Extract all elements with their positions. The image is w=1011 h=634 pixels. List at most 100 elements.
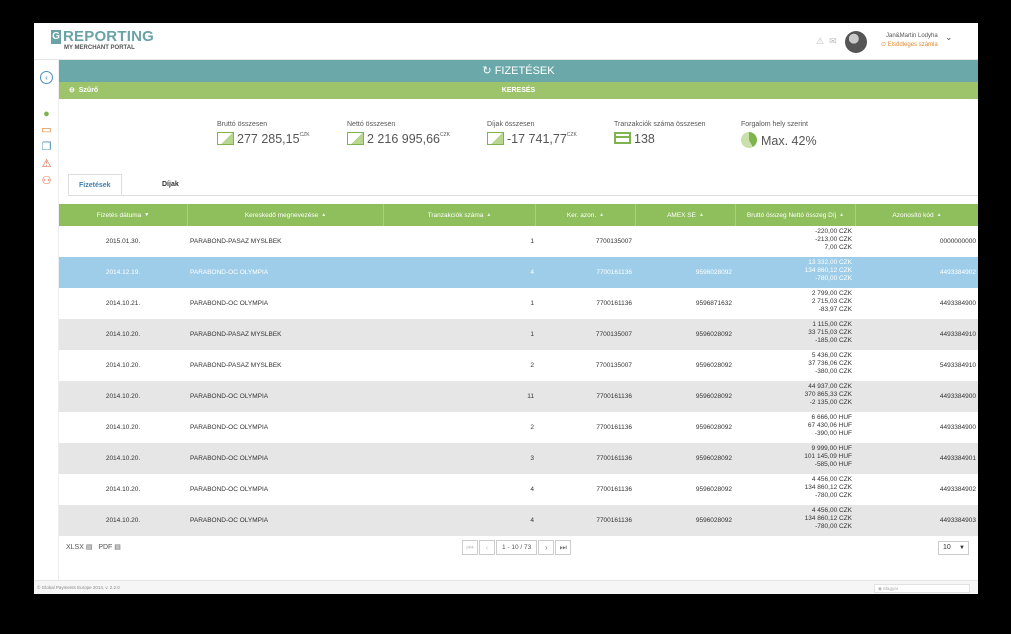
warning-icon[interactable]: ⚠ (40, 158, 53, 171)
first-page-button[interactable]: ⏮ (462, 540, 478, 555)
cell-amounts: 9 999,00 HUF 101 145,09 HUF -585,00 HUF (736, 443, 854, 474)
net-amount: 33 715,03 CZK (808, 329, 852, 336)
sort-icon: ▲ (321, 211, 327, 218)
user-icon[interactable]: ⚇ (40, 175, 53, 188)
export-pdf-button[interactable]: PDF ▤ (98, 544, 121, 551)
col-merchant-name[interactable]: Kereskedő megnevezése ▲ (188, 204, 384, 226)
cell-amounts: 44 937,00 CZK 370 865,33 CZK -2 135,00 CZK (736, 381, 854, 412)
cell-amex-se: 9596028092 (695, 362, 732, 369)
cell-merchant: PARABOND-OC OLYMPIA (190, 424, 269, 431)
cell-id-code: 5493384910 (939, 362, 976, 369)
table-row[interactable]: 2014.10.20. PARABOND-PASAZ MYSLBEK 1 770013… (59, 319, 978, 350)
col-amounts[interactable]: Bruttó összeg Nettó összeg Díj ▲ (736, 204, 856, 226)
cell-count: 1 (530, 238, 534, 245)
sort-icon: ▲ (839, 211, 845, 218)
col-transaction-count[interactable]: Tranzakciók száma ▲ (384, 204, 536, 226)
net-amount: 134 860,12 CZK (804, 484, 852, 491)
table-row[interactable]: 2014.10.20. PARABOND-PASAZ MYSLBEK 2 770013… (59, 350, 978, 381)
col-amex-se[interactable]: AMEX SE ▲ (636, 204, 736, 226)
user-account[interactable]: ⊙ Elsődleges számla (881, 41, 938, 48)
fee-amount: -780,00 CZK (815, 492, 852, 499)
cell-amounts: 4 456,00 CZK 134 860,12 CZK -780,00 CZK (736, 474, 854, 505)
table-row[interactable]: 2015.01.30. PARABOND-PASAZ MYSLBEK 1 770013… (59, 226, 978, 257)
stat-turnover-by-location: Forgalom hely szerint Max. 42% (741, 121, 817, 148)
chevron-down-icon: ▼ (959, 545, 965, 551)
area-chart-icon (487, 132, 504, 145)
cell-amounts: 5 436,00 CZK 37 736,06 CZK -380,00 CZK (736, 350, 854, 381)
col-payment-date[interactable]: Fizetés dátuma ▼ (59, 204, 188, 226)
table-row[interactable]: 2014.10.20. PARABOND-OC OLYMPIA 4 770016113… (59, 505, 978, 536)
cell-merchant-id: 7700161136 (596, 424, 632, 431)
cell-date: 2014.10.20. (105, 331, 141, 338)
stat-label: Tranzakciók száma összesen (614, 121, 706, 128)
filter-toggle[interactable]: ⊖ Szűrő (69, 82, 98, 99)
cell-id-code: 4493384901 (939, 455, 976, 462)
gross-amount: 5 436,00 CZK (811, 352, 852, 359)
left-nav: ‹ ● ▭ ❐ ⚠ ⚇ (34, 60, 59, 580)
col-merchant-id[interactable]: Ker. azon. ▲ (536, 204, 636, 226)
sort-icon: ▲ (599, 211, 605, 218)
cell-merchant-id: 7700161136 (596, 300, 632, 307)
table-row[interactable]: 2014.10.20. PARABOND-OC OLYMPIA 4 770016113… (59, 474, 978, 505)
stat-value: 277 285,15 (237, 132, 300, 146)
cell-amex-se: 9596028092 (695, 424, 732, 431)
net-amount: 370 865,33 CZK (804, 391, 852, 398)
pager-info: 1 - 10 / 73 (496, 540, 538, 555)
prev-page-button[interactable]: ‹ (479, 540, 495, 555)
cell-merchant: PARABOND-PASAZ MYSLBEK (190, 362, 282, 369)
documents-icon[interactable]: ❐ (40, 141, 53, 154)
apple-icon[interactable]: ● (40, 108, 53, 121)
alert-icon[interactable]: ⚠ (816, 36, 824, 46)
sort-icon: ▲ (936, 211, 942, 218)
last-page-button[interactable]: ⏭ (555, 540, 572, 555)
table-row[interactable]: 2014.10.20. PARABOND-OC OLYMPIA 3 770016113… (59, 443, 978, 474)
cell-count: 1 (530, 331, 534, 338)
cell-amounts: 2 799,00 CZK 2 715,03 CZK -83,97 CZK (736, 288, 854, 319)
cell-amex-se: 9596028092 (695, 393, 732, 400)
logo[interactable]: G REPORTING MY MERCHANT PORTAL (51, 29, 154, 51)
fee-amount: -585,00 HUF (814, 461, 852, 468)
cell-count: 4 (530, 486, 534, 493)
sort-desc-icon: ▼ (144, 211, 150, 218)
tab-payments[interactable]: Fizetések (68, 174, 122, 196)
stat-net-total: Nettó összesen 2 216 995,66CZK (347, 121, 450, 146)
tab-fees[interactable]: Díjak (152, 174, 189, 196)
next-page-button[interactable]: › (538, 540, 555, 555)
col-id-code[interactable]: Azonosító kód ▲ (856, 204, 978, 226)
avatar[interactable] (845, 31, 867, 53)
cell-count: 1 (530, 300, 534, 307)
language-select[interactable]: ◉ Magyar (874, 584, 970, 593)
table-row[interactable]: 2014.10.20. PARABOND-OC OLYMPIA 11 77001611… (59, 381, 978, 412)
wallet-icon[interactable]: ▭ (40, 124, 53, 137)
stat-label: Nettó összesen (347, 121, 396, 128)
tab-divider (68, 195, 978, 196)
cell-count: 4 (530, 269, 534, 276)
chevron-down-icon[interactable]: ⌄ (945, 32, 953, 43)
fee-amount: 7,00 CZK (824, 244, 852, 251)
pdf-icon: ▤ (114, 544, 121, 551)
cell-amounts: 6 666,00 HUF 67 430,06 HUF -390,00 HUF (736, 412, 854, 443)
table-row[interactable]: 2014.12.19. PARABOND-OC OLYMPIA 4 770016113… (59, 257, 978, 288)
messages-icon[interactable]: ✉ (829, 36, 837, 46)
fee-amount: -780,00 CZK (815, 523, 852, 530)
table-row[interactable]: 2014.10.20. PARABOND-OC OLYMPIA 2 770016113… (59, 412, 978, 443)
cell-date: 2014.10.20. (105, 455, 141, 462)
gross-amount: 9 999,00 HUF (811, 445, 852, 452)
fee-amount: -2 135,00 CZK (809, 399, 852, 406)
cell-id-code: 0000000000 (939, 238, 976, 245)
fee-amount: -83,97 CZK (818, 306, 852, 313)
cell-merchant: PARABOND-OC OLYMPIA (190, 393, 269, 400)
logo-subtitle: MY MERCHANT PORTAL (64, 45, 135, 51)
search-button[interactable]: KERESÉS (59, 82, 978, 99)
page-size-select[interactable]: 10 ▼ (938, 541, 969, 555)
export-xlsx-button[interactable]: XLSX ▤ (66, 544, 92, 551)
cell-merchant-id: 7700161136 (596, 455, 632, 462)
user-name[interactable]: Jan&Martin Lodyha (886, 33, 938, 39)
collapse-nav-icon[interactable]: ‹ (40, 71, 53, 84)
cell-amex-se: 9596028092 (695, 517, 732, 524)
cell-count: 4 (530, 517, 534, 524)
table-row[interactable]: 2014.10.21. PARABOND-OC OLYMPIA 1 770016113… (59, 288, 978, 319)
filter-bar: KERESÉS ⊖ Szűrő (59, 82, 978, 99)
stat-value: -17 741,77 (507, 132, 567, 146)
net-amount: 134 860,12 CZK (804, 267, 852, 274)
